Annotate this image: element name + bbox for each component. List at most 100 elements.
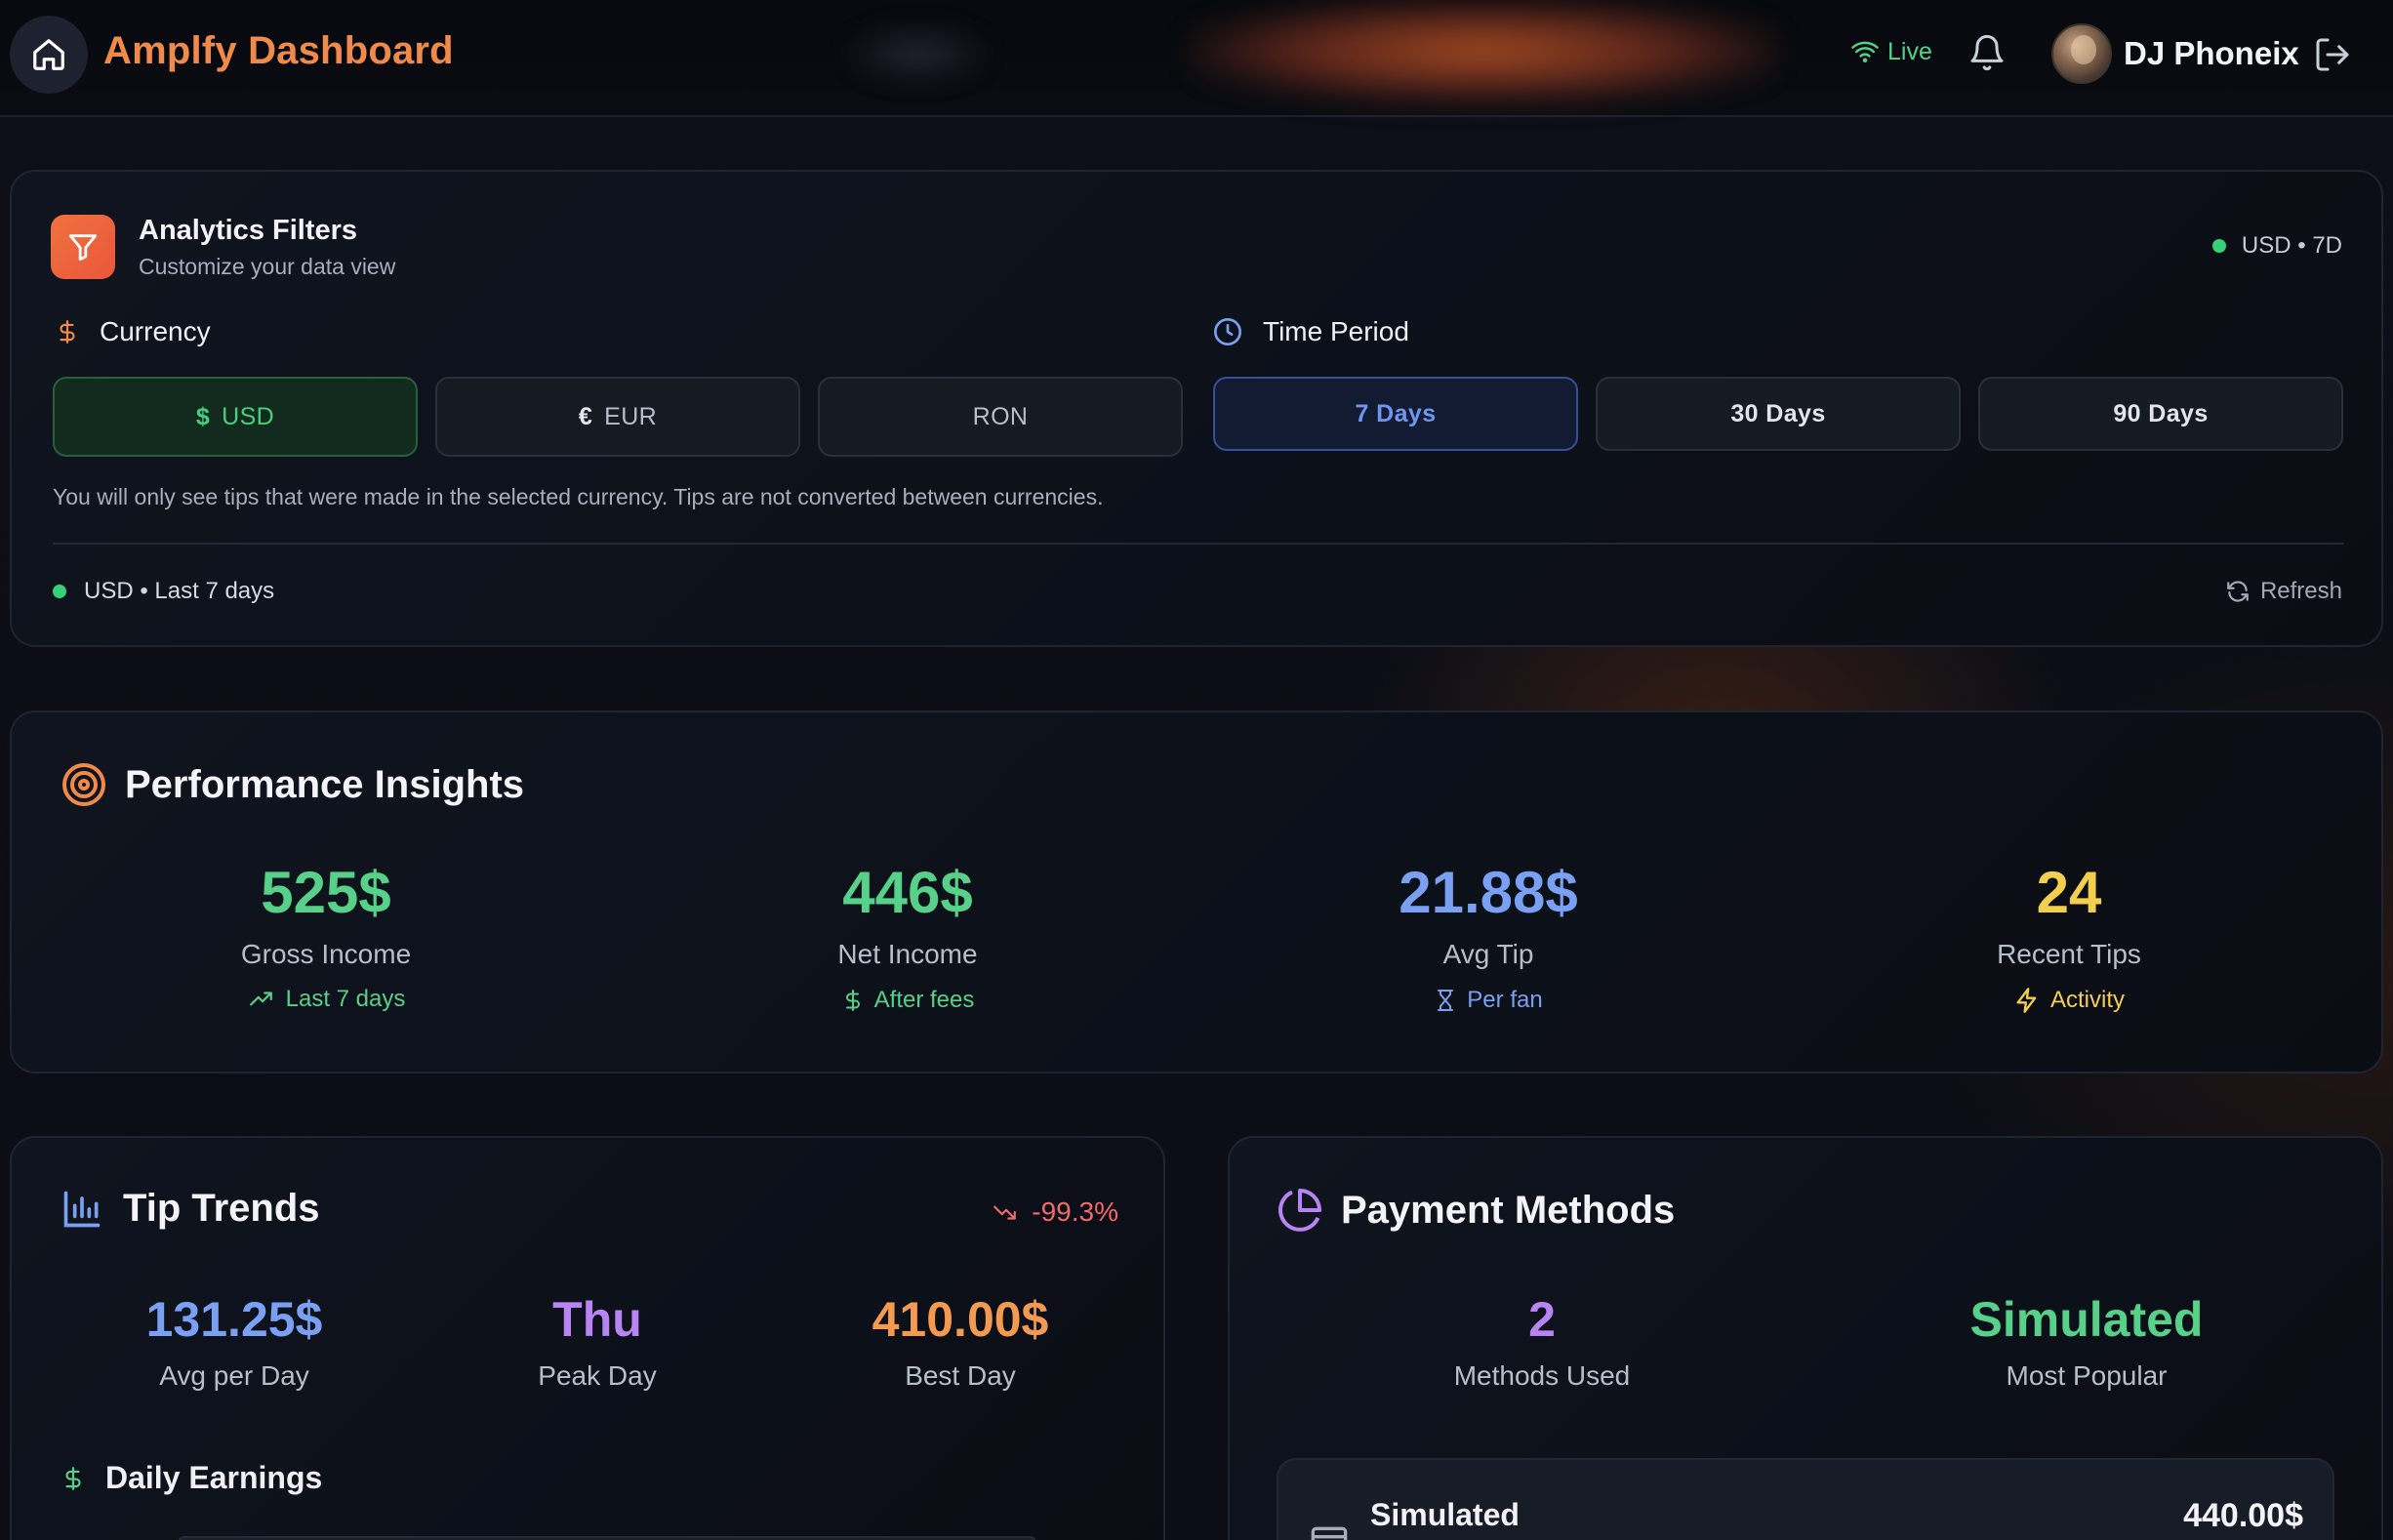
trending-up-icon (247, 987, 276, 1012)
time-option-label: 30 Days (1730, 399, 1826, 427)
status-dot (2211, 239, 2226, 253)
currency-option-eur[interactable]: € EUR (435, 377, 800, 457)
stat-peak-day: Thu Peak Day (441, 1290, 753, 1392)
trending-down-icon (989, 1199, 1022, 1225)
dollar-icon (841, 986, 865, 1015)
avatar[interactable] (2051, 23, 2112, 84)
trend-change-value: -99.3% (1032, 1196, 1118, 1227)
active-filter-status: USD • Last 7 days (53, 578, 274, 605)
stat-best-day: 410.00$ Best Day (804, 1290, 1116, 1392)
stat-label: Peak Day (538, 1360, 657, 1391)
currency-symbol: $ (195, 402, 211, 430)
tip-trends-title-row: Tip Trends (61, 1187, 320, 1231)
stat-value: Thu (552, 1292, 642, 1347)
username[interactable]: DJ Phoneix (2124, 35, 2299, 72)
dollar-icon (61, 1463, 86, 1494)
metric-value: 446$ (842, 860, 973, 925)
metric-gross-income: 525$ Gross Income Last 7 days (131, 859, 521, 1013)
filter-icon-badge (51, 215, 115, 279)
currency-option-usd[interactable]: $ USD (53, 377, 418, 457)
currency-option-label: USD (222, 402, 275, 430)
lightning-icon (2013, 986, 2041, 1015)
currency-symbol: € (578, 402, 593, 430)
tip-trends-title: Tip Trends (123, 1187, 320, 1230)
metric-value: 525$ (261, 860, 391, 925)
metric-sub-label: Per fan (1467, 987, 1543, 1013)
refresh-icon (2225, 579, 2251, 604)
time-option-label: 7 Days (1355, 399, 1437, 427)
metric-label: Avg Tip (1442, 939, 1534, 969)
live-indicator: Live (1850, 37, 1932, 66)
payment-methods-title-row: Payment Methods (1277, 1187, 1675, 1234)
stat-value: 131.25$ (145, 1292, 323, 1347)
metric-label: Recent Tips (1997, 939, 2141, 969)
metric-net-income: 446$ Net Income After fees (712, 859, 1103, 1015)
stat-methods-used: 2 Methods Used (1298, 1290, 1786, 1392)
payment-method-amount: 440.00$ (2183, 1497, 2303, 1534)
wifi-icon (1850, 37, 1880, 66)
live-label: Live (1887, 37, 1932, 65)
metric-sub: Per fan (1293, 986, 1683, 1015)
bell-icon (1967, 33, 2007, 72)
metric-sub-label: Last 7 days (285, 986, 406, 1012)
stat-label: Methods Used (1453, 1360, 1631, 1391)
currency-note: You will only see tips that were made in… (53, 484, 1104, 509)
header-glow (1191, 0, 1776, 102)
time-option-90-days[interactable]: 90 Days (1978, 377, 2343, 451)
filters-title: Analytics Filters (139, 215, 358, 246)
stat-most-popular: Simulated Most Popular (1843, 1290, 2331, 1392)
daily-earnings-title-row: Daily Earnings (61, 1460, 322, 1496)
target-icon (61, 761, 107, 808)
divider (53, 543, 2344, 545)
metric-value: 24 (2036, 860, 2102, 925)
payment-method-name: Simulated (1370, 1497, 1520, 1532)
hourglass-icon (1434, 986, 1457, 1015)
time-option-7-days[interactable]: 7 Days (1213, 377, 1578, 451)
currency-option-ron[interactable]: RON (818, 377, 1183, 457)
home-button[interactable] (10, 16, 88, 94)
credit-card-icon (1310, 1520, 1349, 1540)
metric-avg-tip: 21.88$ Avg Tip Per fan (1293, 859, 1683, 1015)
performance-title: Performance Insights (125, 762, 525, 806)
metric-sub: Last 7 days (131, 986, 521, 1013)
logout-button[interactable] (2313, 35, 2352, 74)
stat-value: Simulated (1969, 1292, 2204, 1347)
time-option-label: 90 Days (2113, 399, 2209, 427)
currency-option-label: EUR (604, 402, 658, 430)
app-title[interactable]: Amplfy Dashboard (103, 29, 454, 73)
stat-avg-per-day: 131.25$ Avg per Day (78, 1290, 390, 1392)
bar-chart-icon (61, 1188, 103, 1231)
currency-section-label: Currency (55, 316, 211, 347)
refresh-button[interactable]: Refresh (2225, 578, 2342, 605)
notifications-button[interactable] (1967, 33, 2007, 72)
stat-label: Most Popular (2006, 1360, 2168, 1391)
dollar-icon (55, 316, 80, 347)
analytics-filters-card: Analytics Filters Customize your data vi… (10, 170, 2383, 647)
metric-value: 21.88$ (1399, 860, 1578, 925)
status-chip-label: USD • 7D (2241, 232, 2342, 259)
pie-chart-icon (1277, 1187, 1323, 1234)
time-option-30-days[interactable]: 30 Days (1596, 377, 1961, 451)
clock-icon (1212, 316, 1243, 347)
metric-recent-tips: 24 Recent Tips Activity (1874, 859, 2264, 1015)
stat-value: 410.00$ (872, 1292, 1049, 1347)
header-shadow (839, 20, 995, 88)
metric-sub: Activity (1874, 986, 2264, 1015)
performance-insights-card: Performance Insights 525$ Gross Income L… (10, 710, 2383, 1074)
stat-label: Avg per Day (159, 1360, 309, 1391)
logout-icon (2313, 35, 2352, 74)
stat-label: Best Day (905, 1360, 1016, 1391)
active-filter-label: USD • Last 7 days (84, 578, 275, 604)
stat-value: 2 (1528, 1292, 1556, 1347)
status-dot (53, 585, 66, 598)
filter-icon (66, 230, 100, 263)
metric-sub-label: After fees (873, 987, 975, 1013)
currency-label: Currency (100, 316, 211, 346)
filters-subtitle: Customize your data view (139, 254, 396, 279)
refresh-label: Refresh (2259, 578, 2342, 604)
tip-trends-card: Tip Trends -99.3% 131.25$ Avg per Day Th… (10, 1136, 1165, 1540)
home-icon (30, 36, 67, 73)
payment-method-row[interactable]: Simulated 440.00$ (1277, 1458, 2334, 1540)
payment-methods-card: Payment Methods 2 Methods Used Simulated… (1228, 1136, 2383, 1540)
daily-earnings-bar (178, 1536, 1036, 1540)
